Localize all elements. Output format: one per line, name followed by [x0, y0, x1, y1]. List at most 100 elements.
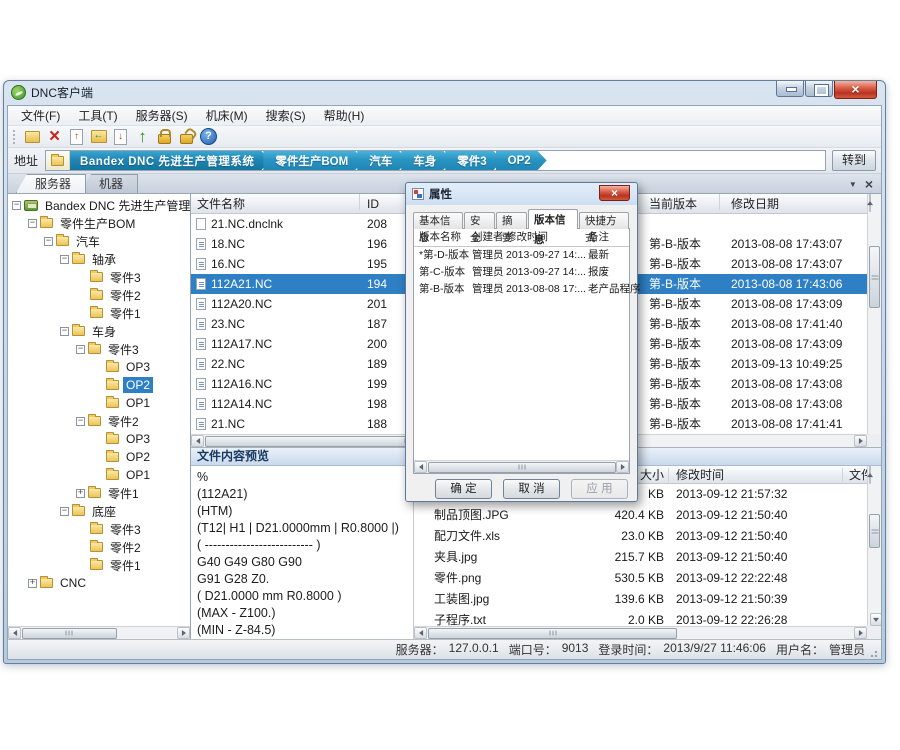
unlock-icon[interactable] [176, 127, 197, 146]
help-icon[interactable] [198, 127, 219, 146]
attachment-row[interactable]: 工装图.jpg 139.6 KB 2013-09-12 21:50:39 [414, 589, 867, 610]
tree-item[interactable]: 底座 [8, 502, 190, 520]
send-icon[interactable] [132, 127, 153, 146]
menu-item[interactable]: 机床(M) [197, 105, 257, 126]
plus-expander[interactable] [28, 579, 37, 588]
minus-expander[interactable] [76, 345, 85, 354]
scroll-right-icon[interactable] [854, 627, 867, 639]
minus-expander[interactable] [76, 417, 85, 426]
tree-item[interactable]: Bandex DNC 先进生产管理系统 [8, 196, 190, 214]
tree-item[interactable]: 零件生产BOM [8, 214, 190, 232]
dialog-button[interactable]: 应 用 [571, 479, 628, 499]
scroll-left-icon[interactable] [414, 461, 427, 473]
column-header-name[interactable]: 文件名称 [197, 194, 245, 214]
scroll-right-icon[interactable] [177, 627, 190, 639]
delete-icon[interactable] [44, 127, 65, 146]
column-header-date[interactable]: 修改日期 [731, 194, 779, 214]
toolbar-grip[interactable] [13, 130, 18, 144]
scroll-right-icon[interactable] [616, 461, 629, 473]
tree-item[interactable]: 零件1 [8, 484, 190, 502]
new-folder-icon[interactable] [22, 127, 43, 146]
dialog-button[interactable]: 确 定 [435, 479, 492, 499]
minus-expander[interactable] [60, 507, 69, 516]
attachment-row[interactable]: 配刀文件.xls 23.0 KB 2013-09-12 21:50:40 [414, 526, 867, 547]
attachment-row[interactable]: 子程序.txt 2.0 KB 2013-09-12 22:26:28 [414, 610, 867, 626]
menu-item[interactable]: 帮助(H) [315, 105, 374, 126]
minus-expander[interactable] [60, 327, 69, 336]
attachment-row[interactable]: 制品顶图.JPG 420.4 KB 2013-09-12 21:50:40 [414, 505, 867, 526]
menu-item[interactable]: 文件(F) [12, 105, 69, 126]
breadcrumb-segment[interactable]: 车身 [401, 151, 452, 170]
plus-expander[interactable] [76, 489, 85, 498]
minus-expander[interactable] [28, 219, 37, 228]
breadcrumb-segment[interactable]: 汽车 [357, 151, 408, 170]
tree-hscrollbar[interactable] [8, 626, 190, 639]
scroll-thumb[interactable] [869, 246, 880, 308]
menu-item[interactable]: 搜索(S) [257, 105, 315, 126]
tree-item[interactable]: OP1 [8, 394, 190, 412]
tree-item[interactable]: OP1 [8, 466, 190, 484]
tree-item[interactable]: 零件1 [8, 304, 190, 322]
breadcrumb-folder-chip[interactable] [46, 151, 70, 170]
scroll-thumb[interactable] [428, 628, 677, 639]
scroll-up-icon[interactable] [869, 466, 871, 484]
minus-expander[interactable] [44, 237, 53, 246]
scroll-down-icon[interactable] [870, 613, 881, 626]
menu-item[interactable]: 工具(T) [69, 105, 126, 126]
tree-item[interactable]: 零件3 [8, 268, 190, 286]
maximize-icon[interactable] [805, 81, 833, 97]
dialog-button[interactable]: 取 消 [503, 479, 560, 499]
chevron-down-icon[interactable] [849, 176, 857, 194]
lock-icon[interactable] [154, 127, 175, 146]
menu-item[interactable]: 服务器(S) [127, 105, 197, 126]
attachments-vscrollbar[interactable] [867, 466, 881, 626]
dialog-close-icon[interactable] [599, 185, 630, 201]
close-icon[interactable] [834, 81, 877, 99]
tree-item[interactable]: 零件2 [8, 538, 190, 556]
scroll-thumb[interactable] [428, 462, 616, 473]
scroll-right-icon[interactable] [854, 435, 867, 447]
tree-item[interactable]: 汽车 [8, 232, 190, 250]
view-tab[interactable]: 机器 [80, 174, 138, 193]
tree-item[interactable]: 轴承 [8, 250, 190, 268]
tree-item[interactable]: OP3 [8, 358, 190, 376]
title-bar[interactable]: DNC客户端 [4, 81, 885, 104]
minimize-icon[interactable] [776, 81, 804, 97]
list-vscrollbar[interactable] [867, 194, 881, 434]
tree-item[interactable]: OP2 [8, 376, 190, 394]
column-header-id[interactable]: ID [367, 194, 379, 214]
dialog-hscrollbar[interactable] [414, 460, 629, 473]
scroll-thumb[interactable] [869, 514, 880, 548]
tree-item[interactable]: CNC [8, 574, 190, 592]
minus-expander[interactable] [60, 255, 69, 264]
tree-item[interactable]: OP3 [8, 430, 190, 448]
tree-item[interactable]: 零件2 [8, 286, 190, 304]
import-folder-icon[interactable] [88, 127, 109, 146]
scroll-thumb[interactable] [22, 628, 117, 639]
version-row[interactable]: 第-B-版本 管理员 2013-08-08 17:... 老产品程序 [414, 281, 629, 298]
go-button[interactable]: 转到 [832, 150, 876, 171]
tree-item[interactable]: OP2 [8, 448, 190, 466]
scroll-left-icon[interactable] [414, 627, 427, 639]
panel-close-icon[interactable] [865, 176, 873, 194]
attachments-hscrollbar[interactable] [414, 626, 867, 639]
tree-item[interactable]: 零件1 [8, 556, 190, 574]
scroll-up-icon[interactable] [869, 194, 871, 212]
dialog-tab[interactable]: 基本信息 [413, 212, 463, 229]
breadcrumb-segment[interactable]: OP2 [496, 151, 547, 170]
attachment-row[interactable]: 夹具.jpg 215.7 KB 2013-09-12 21:50:40 [414, 547, 867, 568]
breadcrumb-segment[interactable]: 零件3 [445, 151, 502, 170]
dialog-tab[interactable]: 版本信息 [528, 209, 578, 229]
breadcrumb-segment[interactable]: Bandex DNC 先进生产管理系统 [70, 151, 270, 170]
tree-item[interactable]: 零件3 [8, 520, 190, 538]
tree-item[interactable]: 零件3 [8, 340, 190, 358]
dialog-title-bar[interactable]: 属性 [406, 183, 637, 205]
column-header-time[interactable]: 修改时间 [676, 466, 724, 484]
scroll-left-icon[interactable] [8, 627, 21, 639]
minus-expander[interactable] [12, 201, 21, 210]
upload-file-icon[interactable] [66, 127, 87, 146]
column-header-version[interactable]: 当前版本 [649, 194, 697, 214]
tree-item[interactable]: 零件2 [8, 412, 190, 430]
tree-item[interactable]: 车身 [8, 322, 190, 340]
scroll-left-icon[interactable] [191, 435, 204, 447]
